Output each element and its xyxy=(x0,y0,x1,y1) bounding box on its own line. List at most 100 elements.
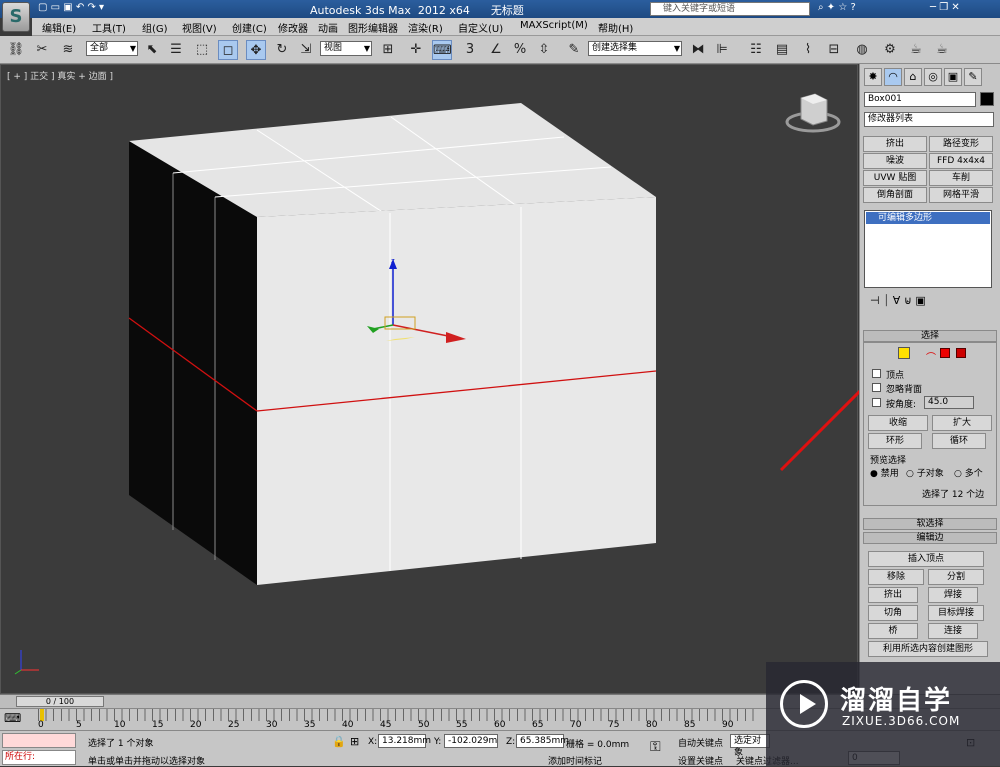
time-slider[interactable]: 0 / 100 xyxy=(16,696,104,707)
lock-icon[interactable]: 🔒 xyxy=(332,735,346,748)
maxscript-mini-listener[interactable]: 所在行: xyxy=(2,750,76,765)
z-coord-field[interactable]: 65.385mm xyxy=(516,734,569,748)
menu-animation[interactable]: 动画 xyxy=(318,20,338,35)
viewport-perspective[interactable]: [ + ] 正交 ] 真实 + 边面 ] z xyxy=(0,64,859,694)
mirror-icon[interactable]: ⧓ xyxy=(688,40,708,60)
edit-edges-header[interactable]: 编辑边 xyxy=(863,532,997,544)
shrink-button[interactable]: 收缩 xyxy=(868,415,928,431)
utilities-tab-icon[interactable]: ✎ xyxy=(964,68,982,86)
layer-manager-icon[interactable]: ☷ xyxy=(746,40,766,60)
edit-named-sel-icon[interactable]: ✎ xyxy=(564,40,584,60)
search-input[interactable]: 键入关键字或短语 xyxy=(650,2,810,16)
abs-mode-icon[interactable]: ⊞ xyxy=(350,735,359,748)
object-name-field[interactable]: Box001 xyxy=(864,92,976,107)
preview-disable-radio[interactable]: ● 禁用 xyxy=(870,466,899,479)
angle-snap-icon[interactable]: ∠ xyxy=(486,40,506,60)
pivot-center-icon[interactable]: ⊞ xyxy=(378,40,398,60)
key-mode-dropdown[interactable]: 选定对象 xyxy=(730,734,770,758)
named-selection-dropdown[interactable]: 创建选择集 xyxy=(588,41,682,56)
element-subobject-icon[interactable] xyxy=(956,348,966,358)
stack-item-editable-poly[interactable]: 可编辑多边形 xyxy=(866,212,990,224)
chamfer-button[interactable]: 切角 xyxy=(868,605,918,621)
by-vertex-checkbox[interactable] xyxy=(872,369,881,378)
weld-button[interactable]: 焊接 xyxy=(928,587,978,603)
curve-editor-icon[interactable]: ⌇ xyxy=(798,40,818,60)
maxscript-listener[interactable] xyxy=(2,733,76,748)
stack-tools-icons[interactable]: ⊣ ⏐ ∀ ⊌ ▣ xyxy=(870,294,926,308)
modifier-stack[interactable]: 可编辑多边形 xyxy=(864,210,992,288)
hierarchy-tab-icon[interactable]: ⌂ xyxy=(904,68,922,86)
preview-subobject-radio[interactable]: ○ 子对象 xyxy=(906,466,944,479)
create-shape-button[interactable]: 利用所选内容创建图形 xyxy=(868,641,988,657)
spinner-snap-icon[interactable]: ⇳ xyxy=(534,40,554,60)
menu-customize[interactable]: 自定义(U) xyxy=(458,20,503,35)
set-key-button[interactable]: 设置关键点 xyxy=(678,754,723,767)
render-setup-icon[interactable]: ⚙ xyxy=(880,40,900,60)
viewcube-icon[interactable] xyxy=(785,93,841,133)
app-logo-button[interactable]: S xyxy=(2,2,30,32)
soft-selection-header[interactable]: 软选择 xyxy=(863,518,997,530)
menu-tools[interactable]: 工具(T) xyxy=(92,20,126,35)
bridge-button[interactable]: 桥 xyxy=(868,623,918,639)
loop-button[interactable]: 循环 xyxy=(932,433,986,449)
unlink-icon[interactable]: ✂ xyxy=(32,40,52,60)
mod-extrude-button[interactable]: 挤出 xyxy=(863,136,927,152)
rect-selection-icon[interactable]: ⬚ xyxy=(192,40,212,60)
remove-button[interactable]: 移除 xyxy=(868,569,924,585)
info-center-icons[interactable]: ⌕ ✦ ☆ ? xyxy=(818,2,856,16)
menu-rendering[interactable]: 渲染(R) xyxy=(408,20,443,35)
modify-tab-icon[interactable]: ◠ xyxy=(884,68,902,86)
bind-spacewarp-icon[interactable]: ≋ xyxy=(58,40,78,60)
menu-maxscript[interactable]: MAXScript(M) xyxy=(520,20,588,31)
select-by-name-icon[interactable]: ☰ xyxy=(166,40,186,60)
polygon-subobject-icon[interactable] xyxy=(940,348,950,358)
rotate-icon[interactable]: ↻ xyxy=(272,40,292,60)
window-controls[interactable]: ─ ❐ ✕ xyxy=(930,2,960,16)
ignore-backface-checkbox[interactable] xyxy=(872,383,881,392)
object-color-swatch[interactable] xyxy=(980,92,994,106)
preview-multi-radio[interactable]: ○ 多个 xyxy=(954,466,983,479)
select-manipulate-icon[interactable]: ✛ xyxy=(406,40,426,60)
create-tab-icon[interactable]: ✸ xyxy=(864,68,882,86)
menu-views[interactable]: 视图(V) xyxy=(182,20,217,35)
quick-access-icons[interactable]: ▢ ▭ ▣ ↶ ↷ ▾ xyxy=(38,2,104,16)
menu-create[interactable]: 创建(C) xyxy=(232,20,267,35)
render-production-icon[interactable]: ☕ xyxy=(932,40,952,60)
target-weld-button[interactable]: 目标焊接 xyxy=(928,605,984,621)
align-icon[interactable]: ⊫ xyxy=(712,40,732,60)
mod-uvw-button[interactable]: UVW 贴图 xyxy=(863,170,927,186)
rendered-frame-icon[interactable]: ☕ xyxy=(906,40,926,60)
extrude-button[interactable]: 挤出 xyxy=(868,587,918,603)
border-subobject-icon[interactable]: ⌒ xyxy=(926,349,936,364)
x-coord-field[interactable]: 13.218mm xyxy=(378,734,431,748)
menu-group[interactable]: 组(G) xyxy=(142,20,168,35)
ribbon-icon[interactable]: ▤ xyxy=(772,40,792,60)
auto-key-button[interactable]: 自动关键点 xyxy=(678,736,723,749)
move-icon[interactable]: ✥ xyxy=(246,40,266,60)
menu-help[interactable]: 帮助(H) xyxy=(598,20,633,35)
add-time-tag[interactable]: 添加时间标记 xyxy=(548,754,602,767)
material-editor-icon[interactable]: ◍ xyxy=(852,40,872,60)
schematic-view-icon[interactable]: ⊟ xyxy=(824,40,844,60)
ring-button[interactable]: 环形 xyxy=(868,433,922,449)
selection-filter-dropdown[interactable]: 全部 xyxy=(86,41,138,56)
menu-edit[interactable]: 编辑(E) xyxy=(42,20,76,35)
y-coord-field[interactable]: -102.029m xyxy=(444,734,498,748)
key-icon[interactable]: ⚿ xyxy=(650,739,661,755)
menu-graph-editors[interactable]: 图形编辑器 xyxy=(348,20,398,35)
select-object-icon[interactable]: ⬉ xyxy=(142,40,162,60)
mod-noise-button[interactable]: 噪波 xyxy=(863,153,927,169)
edge-subobject-icon[interactable] xyxy=(898,347,910,359)
grow-button[interactable]: 扩大 xyxy=(932,415,992,431)
mod-bevel-profile-button[interactable]: 倒角剖面 xyxy=(863,187,927,203)
display-tab-icon[interactable]: ▣ xyxy=(944,68,962,86)
insert-vertex-button[interactable]: 插入顶点 xyxy=(868,551,984,567)
mod-ffd-button[interactable]: FFD 4x4x4 xyxy=(929,153,993,169)
mini-curve-editor-icon[interactable]: ⌨ xyxy=(4,711,21,725)
mod-lathe-button[interactable]: 车削 xyxy=(929,170,993,186)
scale-icon[interactable]: ⇲ xyxy=(296,40,316,60)
snap-toggle-icon[interactable]: 3 xyxy=(460,40,480,60)
motion-tab-icon[interactable]: ◎ xyxy=(924,68,942,86)
mod-pathdeform-button[interactable]: 路径变形 xyxy=(929,136,993,152)
mod-meshsmooth-button[interactable]: 网格平滑 xyxy=(929,187,993,203)
